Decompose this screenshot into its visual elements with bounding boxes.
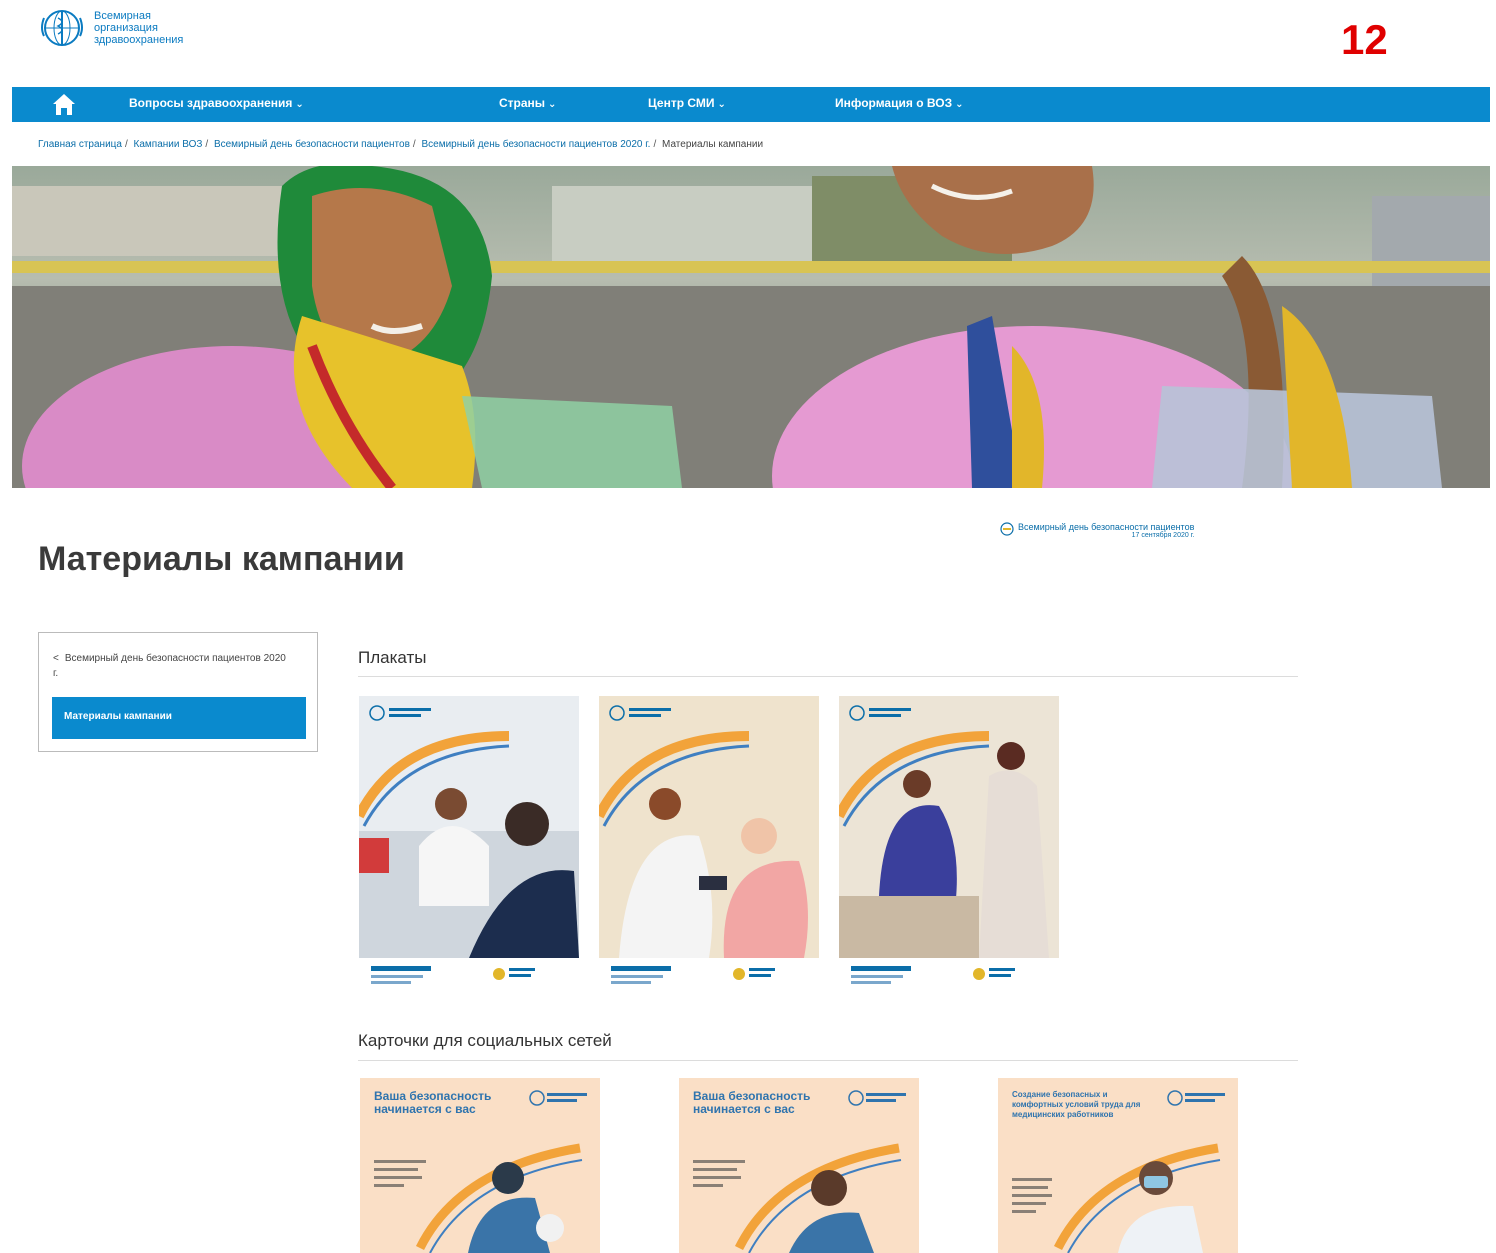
page-title: Материалы кампании — [38, 540, 405, 578]
campaign-badge[interactable]: Всемирный день безопасности пациентов 17… — [1000, 522, 1194, 539]
social-card-thumbnail[interactable]: Ваша безопасность начинается с вас — [679, 1078, 919, 1253]
breadcrumb-current: Материалы кампании — [662, 139, 764, 150]
main-nav: Вопросы здравоохранения ⌄ Страны ⌄ Центр С… — [12, 87, 1490, 122]
nav-item-newsroom[interactable]: Центр СМИ ⌄ — [648, 96, 726, 110]
campaign-badge-title: Всемирный день безопасности пациентов — [1018, 522, 1195, 532]
nav-item-label: Вопросы здравоохранения — [129, 96, 293, 110]
chevron-down-icon: ⌄ — [955, 99, 964, 110]
nav-item-label: Центр СМИ — [648, 96, 715, 110]
nav-item-health-topics[interactable]: Вопросы здравоохранения ⌄ — [129, 96, 304, 110]
who-logo[interactable]: Всемирная организация здравоохранения — [36, 6, 214, 50]
sidebar-back-link[interactable]: < Всемирный день безопасности пациентов 2… — [53, 651, 293, 681]
who-logo-icon — [848, 1090, 906, 1106]
breadcrumb-link-home[interactable]: Главная страница — [38, 139, 122, 150]
social-card-thumbnail[interactable]: Создание безопасных и комфортных условий… — [998, 1078, 1238, 1253]
chevron-down-icon: ⌄ — [295, 99, 304, 110]
poster-thumbnail[interactable] — [839, 696, 1059, 994]
social-card-headline: Создание безопасных и комфортных условий… — [1012, 1090, 1141, 1119]
home-icon[interactable] — [50, 90, 78, 118]
poster-thumbnail[interactable] — [599, 696, 819, 994]
breadcrumb-link-campaigns[interactable]: Кампании ВОЗ — [134, 139, 203, 150]
social-card-subtext — [693, 1160, 763, 1203]
hero-image — [12, 166, 1490, 488]
section-divider — [358, 1060, 1298, 1061]
social-card-headline: Ваша безопасность начинается с вас — [374, 1089, 492, 1116]
poster-thumbnail[interactable] — [359, 696, 579, 994]
sidebar-nav: < Всемирный день безопасности пациентов 2… — [38, 632, 318, 752]
social-cards-section-title: Карточки для социальных сетей — [358, 1031, 612, 1050]
nav-item-countries[interactable]: Страны ⌄ — [499, 96, 556, 110]
page-number: 12 — [1341, 16, 1388, 63]
campaign-badge-date: 17 сентября 2020 г. — [1131, 532, 1195, 539]
nav-item-label: Страны — [499, 96, 546, 110]
who-emblem-icon — [41, 10, 83, 46]
section-divider — [358, 676, 1298, 677]
posters-section-title: Плакаты — [358, 648, 427, 667]
patient-safety-day-icon — [1000, 522, 1014, 536]
who-logo-icon — [1167, 1090, 1225, 1106]
chevron-down-icon: ⌄ — [548, 99, 557, 110]
social-card-headline: Ваша безопасность начинается с вас — [693, 1089, 811, 1116]
breadcrumb: Главная страница / Кампании ВОЗ / Всемирны… — [38, 139, 764, 150]
breadcrumb-link-patient-safety-day[interactable]: Всемирный день безопасности пациентов — [214, 139, 410, 150]
who-logo-icon — [529, 1090, 587, 1106]
chevron-left-icon: < — [53, 653, 59, 664]
nav-item-about-who[interactable]: Информация о ВОЗ ⌄ — [835, 96, 963, 110]
nav-item-label: Информация о ВОЗ — [835, 96, 953, 110]
breadcrumb-link-patient-safety-day-2020[interactable]: Всемирный день безопасности пациентов 20… — [421, 139, 650, 150]
social-card-subtext — [1012, 1178, 1082, 1221]
logo-text: Всемирная организация здравоохранения — [94, 10, 184, 46]
sidebar-back-label: Всемирный день безопасности пациентов 20… — [53, 653, 286, 679]
sidebar-item-campaign-materials[interactable]: Материалы кампании — [52, 697, 306, 739]
social-card-subtext — [374, 1160, 444, 1203]
chevron-down-icon: ⌄ — [717, 99, 726, 110]
social-card-thumbnail[interactable]: Ваша безопасность начинается с вас — [360, 1078, 600, 1253]
